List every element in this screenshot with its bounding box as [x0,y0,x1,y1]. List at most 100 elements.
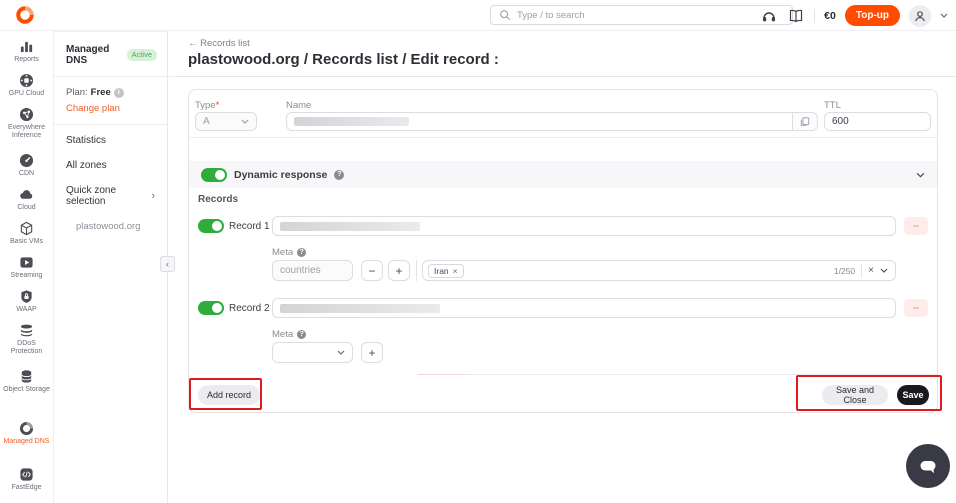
record-1-value-input[interactable] [272,216,896,236]
page-title: plastowood.org / Records list / Edit rec… [188,51,499,68]
topup-button[interactable]: Top-up [845,5,900,26]
chat-fab-button[interactable] [906,444,950,488]
sidebar-item-basic-vms[interactable]: Basic VMs [0,221,54,255]
divider [189,137,937,138]
edit-record-card: Type* A Name TTL 600 Dynamic response ? … [188,89,938,413]
required-asterisk: * [216,100,220,111]
record-2-meta-key-select[interactable] [272,342,353,363]
sidebar-item-streaming[interactable]: Streaming [0,255,54,289]
zone-link[interactable]: plastowood.org [66,221,157,232]
support-headset-icon[interactable] [760,7,778,25]
divider [54,124,167,125]
product-icon-rail: Reports GPU Cloud Everywhere Inference C… [0,31,54,503]
account-chevron-down-icon[interactable] [940,13,948,18]
record-2-toggle[interactable] [198,301,224,315]
sidebar-item-everywhere-inference[interactable]: Everywhere Inference [0,107,54,153]
sidebar-item-reports[interactable]: Reports [0,39,54,73]
record-1-label: Record 1 [229,221,270,232]
sidebar-collapse-button[interactable]: ‹ [160,256,175,272]
sidebar-item-gpu-cloud[interactable]: GPU Cloud [0,73,54,107]
dynamic-response-toggle[interactable] [201,168,227,182]
country-tag: Iran × [428,264,464,278]
avatar[interactable] [909,5,931,27]
layers-icon [19,323,34,338]
copy-button[interactable] [792,112,818,131]
type-select[interactable]: A [195,112,257,131]
records-heading: Records [198,194,238,205]
add-record-button[interactable]: Add record [198,385,260,405]
search-icon [499,9,511,21]
help-icon[interactable]: ? [334,170,344,180]
info-icon[interactable]: i [114,88,124,98]
breadcrumb-back-link[interactable]: ← Records list [188,38,250,49]
sidebar-item-statistics[interactable]: Statistics [66,135,157,146]
panel-chevron-down-icon[interactable] [916,172,925,178]
divider [416,260,417,281]
sidebar-item-cloud[interactable]: Cloud [0,187,54,221]
save-button[interactable]: Save [897,385,929,405]
chevron-down-icon [241,119,249,124]
topbar-divider [814,9,815,23]
save-and-close-button[interactable]: Save and Close [822,385,888,405]
database-icon [19,369,34,384]
topbar: €0 Top-up [0,0,956,31]
gcore-logo-icon[interactable] [15,5,35,25]
sidebar-item-cdn[interactable]: CDN [0,153,54,187]
tag-counter: 1/250 [834,266,855,276]
play-icon [19,255,34,270]
divider [466,374,937,375]
dynamic-response-label: Dynamic response [234,169,327,181]
record-1-meta-label: Meta ? [272,247,306,258]
managed-dns-sidebar: Managed DNS Active Plan: Free i Change p… [54,31,168,503]
inference-network-icon [19,107,34,122]
back-arrow-icon: ← [188,38,198,49]
bar-chart-icon [19,39,34,54]
divider [169,76,956,77]
record-1-meta-key-select[interactable]: countries [272,260,353,281]
balance-amount: €0 [824,10,836,22]
record-1-meta-add-button[interactable]: + [388,260,410,281]
change-plan-link[interactable]: Change plan [66,103,157,114]
sidebar-item-waap[interactable]: WAAP [0,289,54,323]
redacted-record-name-fragment: : [494,51,499,68]
ttl-label: TTL [824,100,841,111]
sidebar-item-object-storage[interactable]: Object Storage [0,369,54,415]
copy-icon [800,116,810,127]
plan-label: Plan: [66,87,88,98]
main-content: ← Records list plastowood.org / Records … [169,31,956,503]
record-2-value-input[interactable] [272,298,896,318]
select-chevron-down-icon[interactable] [880,268,888,273]
divider [54,76,167,77]
redacted-value [294,117,409,126]
sidebar-item-ddos-protection[interactable]: DDoS Protection [0,323,54,369]
sidebar-item-all-zones[interactable]: All zones [66,160,157,171]
gpu-chip-icon [19,73,34,88]
code-icon [19,467,34,482]
record-1-meta-values-input[interactable]: Iran × 1/250 × [422,260,896,281]
help-icon[interactable]: ? [297,248,306,257]
sidebar-item-fastedge[interactable]: FastEdge [0,467,54,501]
global-search[interactable] [490,5,793,25]
tag-close-icon[interactable]: × [453,266,458,276]
sidebar-item-managed-dns[interactable]: Managed DNS [0,421,54,467]
search-input[interactable] [517,10,784,21]
chevron-right-icon: › [151,190,155,202]
cube-icon [19,221,34,236]
record-1-meta-remove-button[interactable]: − [361,260,383,281]
chat-bubble-icon [916,454,940,478]
record-2-remove-button[interactable]: − [904,299,928,317]
gauge-icon [19,153,34,168]
docs-book-icon[interactable] [787,7,805,25]
name-label: Name [286,100,311,111]
sidebar-item-quick-zone-selection[interactable]: Quick zone selection › [66,185,157,207]
clear-all-icon[interactable]: × [868,266,874,276]
record-1-toggle[interactable] [198,219,224,233]
dynamic-response-panel-header: Dynamic response ? [189,161,937,188]
help-icon[interactable]: ? [297,330,306,339]
shield-lock-icon [19,289,34,304]
ttl-input[interactable]: 600 [824,112,931,131]
name-input[interactable] [286,112,793,131]
sidebar-title: Managed DNS [66,44,123,66]
record-2-meta-add-button[interactable]: + [361,342,383,363]
record-1-remove-button[interactable]: − [904,217,928,235]
